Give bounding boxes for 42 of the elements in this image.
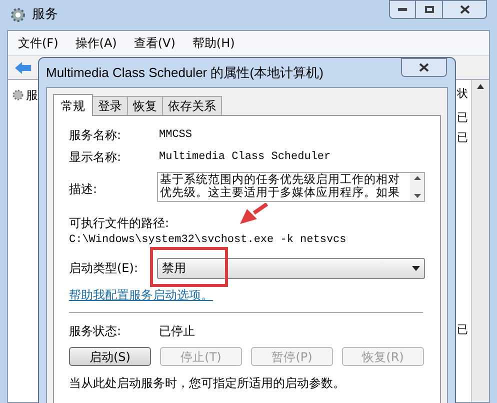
path-value: C:\Windows\system32\svchost.exe -k netsvcs	[69, 233, 348, 248]
scrollbar[interactable]	[471, 80, 489, 402]
close-button[interactable]	[401, 58, 447, 77]
menu-item[interactable]: 文件(F)	[18, 34, 58, 52]
field-label: 启动类型(E):	[69, 260, 139, 277]
menu-item[interactable]: 操作(A)	[75, 34, 117, 52]
minimize-button[interactable]	[389, 0, 416, 19]
tab[interactable]: 依存关系	[163, 96, 222, 115]
arrow-drawing	[238, 203, 268, 225]
status-cell-text: 已	[457, 130, 469, 146]
tab[interactable]: 常规	[53, 94, 93, 116]
window-title: 服务	[32, 6, 58, 24]
field-value: MMCSS	[159, 128, 192, 143]
close-button[interactable]	[443, 0, 487, 19]
status-cell-text: 已	[457, 322, 469, 338]
field-label: 显示名称:	[69, 149, 122, 166]
tab[interactable]: 登录	[93, 96, 128, 115]
dialog-title: Multimedia Class Scheduler 的属性(本地计算机)	[46, 64, 324, 82]
status-cell-text: 已	[457, 110, 469, 126]
back-arrow-icon	[14, 60, 32, 74]
close-icon	[460, 5, 470, 14]
menu-item[interactable]: 帮助(H)	[192, 34, 235, 52]
note-text: 当从此处启动服务时，您可指定所适用的启动参数。	[69, 374, 346, 392]
field-value: Multimedia Class Scheduler	[159, 150, 331, 165]
scroll-up-icon	[477, 84, 484, 89]
close-icon	[419, 63, 429, 72]
column-header: 状	[457, 86, 469, 102]
gear-icon	[10, 7, 26, 23]
field-label: 服务名称:	[69, 127, 122, 144]
tab[interactable]: 恢复	[128, 96, 163, 115]
field-label: 可执行文件的路径:	[69, 215, 170, 232]
service-button[interactable]: 启动(S)	[69, 346, 151, 366]
column-header: 服	[26, 87, 38, 104]
menu-item[interactable]: 查看(V)	[134, 34, 176, 52]
startup-type-dropdown[interactable]: 禁用	[157, 258, 425, 278]
maximize-button[interactable]	[416, 0, 443, 19]
gear-icon	[12, 88, 24, 102]
status-value: 已停止	[159, 322, 195, 340]
field-label: 描述:	[69, 181, 98, 198]
help-link[interactable]: 帮助我配置服务启动选项。	[69, 286, 213, 304]
field-label: 服务状态:	[69, 322, 122, 340]
caret-icon	[412, 266, 420, 270]
